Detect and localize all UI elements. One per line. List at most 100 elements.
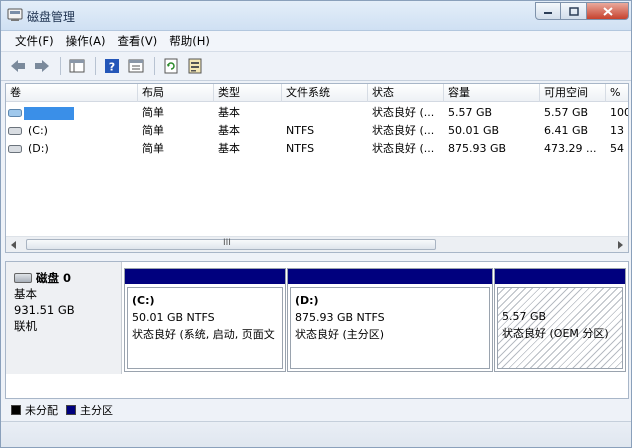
cell-status: 状态良好 (... [372, 124, 435, 137]
cell-percent-free: 13 [610, 124, 624, 137]
primary-partition-bar [288, 269, 492, 284]
partition-d[interactable]: (D:) 875.93 GB NTFS 状态良好 (主分区) [287, 268, 493, 372]
menu-help[interactable]: 帮助(H) [163, 32, 216, 50]
column-type[interactable]: 类型 [214, 84, 282, 102]
title-bar: 磁盘管理 [1, 1, 631, 31]
rescan-disk-icon [188, 58, 202, 74]
volume-list-header: 卷 布局 类型 文件系统 状态 容量 可用空间 % [6, 84, 628, 102]
cell-capacity: 5.57 GB [448, 106, 493, 119]
cell-percent-free: 54 [610, 142, 624, 155]
back-arrow-icon [11, 60, 25, 72]
disk-name-row: 磁盘 0 [14, 270, 121, 286]
scroll-thumb[interactable]: III [26, 238, 436, 250]
volume-icon [8, 109, 22, 117]
cell-capacity: 875.93 GB [448, 142, 507, 155]
cell-percent-free: 100 [610, 106, 629, 119]
partition-d-body: (D:) 875.93 GB NTFS 状态良好 (主分区) [290, 287, 490, 369]
maximize-button[interactable] [561, 2, 587, 20]
back-button[interactable] [7, 55, 29, 77]
cell-filesystem [282, 104, 368, 122]
cell-status: 状态良好 (... [372, 106, 435, 119]
disk-view: 磁盘 0 基本 931.51 GB 联机 (C:) 50.01 GB NTFS … [5, 261, 629, 399]
partition-status: 状态良好 (系统, 启动, 页面文 [132, 328, 275, 341]
minimize-icon [544, 12, 552, 14]
window-title: 磁盘管理 [27, 10, 76, 24]
partition-size: 50.01 GB NTFS [132, 311, 215, 324]
disk-management-icon [7, 8, 23, 21]
cell-type: 基本 [218, 124, 240, 137]
table-row[interactable]: 简单 基本 状态良好 (... 5.57 GB 5.57 GB 100 [6, 104, 629, 122]
column-capacity[interactable]: 容量 [444, 84, 540, 102]
rescan-disks-button[interactable] [184, 55, 206, 77]
properties-button[interactable] [125, 55, 147, 77]
scroll-left-icon [11, 240, 16, 249]
cell-free-space: 5.57 GB [544, 106, 589, 119]
toolbar-separator [60, 57, 61, 75]
column-free-space[interactable]: 可用空间 [540, 84, 606, 102]
help-icon: ? [105, 59, 119, 74]
console-tree-button[interactable] [66, 55, 88, 77]
volume-icon [8, 127, 22, 135]
table-row[interactable]: (D:) 简单 基本 NTFS 状态良好 (... 875.93 GB 473.… [6, 140, 628, 158]
scroll-right-button[interactable] [612, 237, 628, 252]
volume-list: 卷 布局 类型 文件系统 状态 容量 可用空间 % 简单 基本 状态良好 (..… [5, 83, 629, 253]
console-tree-icon [69, 59, 85, 73]
primary-partition-bar [125, 269, 285, 284]
disk-management-window: 磁盘管理 文件(F) 操作(A) 查看(V) 帮助(H) ? 卷 布局 类型 文… [0, 0, 632, 448]
cell-layout: 简单 [142, 124, 164, 137]
cell-volume: (D:) [28, 142, 49, 155]
maximize-icon [568, 6, 579, 16]
partition-name: (C:) [132, 294, 155, 307]
pane-splitter[interactable] [1, 253, 631, 261]
legend-label: 未分配 [25, 404, 58, 417]
column-percent-free[interactable]: % [606, 84, 628, 102]
disk-0-label[interactable]: 磁盘 0 基本 931.51 GB 联机 [6, 262, 122, 374]
column-layout[interactable]: 布局 [138, 84, 214, 102]
horizontal-scrollbar[interactable]: III [6, 236, 628, 252]
cell-free-space: 473.29 ... [544, 142, 597, 155]
legend-label: 主分区 [80, 404, 113, 417]
close-icon [602, 6, 613, 16]
forward-arrow-icon [35, 60, 49, 72]
legend-primary-partition: 主分区 [66, 402, 113, 418]
primary-partition-bar [495, 269, 625, 284]
column-volume[interactable]: 卷 [6, 84, 138, 102]
legend-unallocated: 未分配 [11, 402, 58, 418]
cell-filesystem: NTFS [286, 124, 315, 137]
column-filesystem[interactable]: 文件系统 [282, 84, 368, 102]
help-button[interactable]: ? [101, 55, 123, 77]
partition-name: (D:) [295, 294, 319, 307]
cell-type: 基本 [218, 142, 240, 155]
legend-swatch-primary [66, 405, 76, 415]
menu-file[interactable]: 文件(F) [9, 32, 60, 50]
partition-status: 状态良好 (OEM 分区) [502, 327, 609, 340]
disk-state: 联机 [14, 319, 37, 333]
legend: 未分配 主分区 [1, 399, 631, 421]
cell-free-space: 6.41 GB [544, 124, 589, 137]
disk-type: 基本 [14, 287, 37, 301]
cell-layout: 简单 [142, 106, 164, 119]
column-status[interactable]: 状态 [368, 84, 444, 102]
volume-icon [8, 145, 22, 153]
properties-icon [128, 59, 144, 73]
close-button[interactable] [587, 2, 629, 20]
scroll-left-button[interactable] [6, 237, 22, 252]
refresh-button[interactable] [160, 55, 182, 77]
toolbar-separator [95, 57, 96, 75]
menu-action[interactable]: 操作(A) [60, 32, 112, 50]
partition-size: 875.93 GB NTFS [295, 311, 385, 324]
partition-c[interactable]: (C:) 50.01 GB NTFS 状态良好 (系统, 启动, 页面文 [124, 268, 286, 372]
partition-oem[interactable]: 5.57 GB 状态良好 (OEM 分区) [494, 268, 626, 372]
svg-text:?: ? [109, 61, 115, 74]
volume-name-selected[interactable] [24, 107, 74, 120]
minimize-button[interactable] [535, 2, 561, 20]
scroll-grip: III [223, 238, 231, 248]
forward-button[interactable] [31, 55, 53, 77]
menu-view[interactable]: 查看(V) [111, 32, 163, 50]
cell-status: 状态良好 (... [372, 142, 435, 155]
partition-oem-body: 5.57 GB 状态良好 (OEM 分区) [497, 287, 623, 369]
toolbar: ? [1, 51, 631, 81]
table-row[interactable]: (C:) 简单 基本 NTFS 状态良好 (... 50.01 GB 6.41 … [6, 122, 628, 140]
partition-size: 5.57 GB [502, 310, 547, 323]
cell-capacity: 50.01 GB [448, 124, 500, 137]
